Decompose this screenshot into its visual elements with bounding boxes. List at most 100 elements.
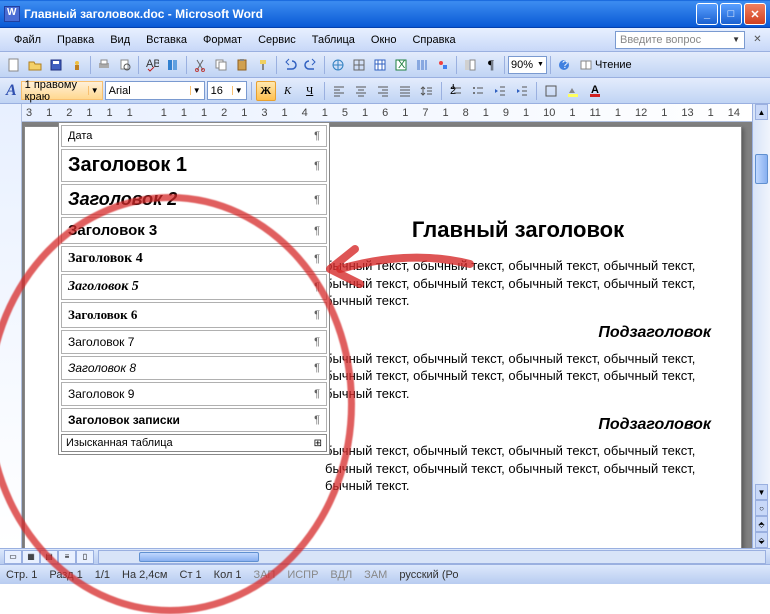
menu-help[interactable]: Справка [404, 32, 463, 48]
font-color-button[interactable]: A [585, 81, 605, 101]
align-center-button[interactable] [351, 81, 371, 101]
menu-insert[interactable]: Вставка [138, 32, 195, 48]
print-button[interactable] [94, 55, 114, 75]
outline-view-button[interactable]: ≡ [58, 550, 76, 564]
horizontal-scrollbar[interactable] [98, 550, 766, 564]
numbered-list-button[interactable]: 12 [446, 81, 466, 101]
help-button[interactable]: ? [554, 55, 574, 75]
zoom-field[interactable]: 90%▼ [508, 56, 547, 74]
bullet-list-button[interactable] [468, 81, 488, 101]
new-doc-button[interactable] [4, 55, 24, 75]
increase-indent-button[interactable] [512, 81, 532, 101]
save-button[interactable] [46, 55, 66, 75]
paste-button[interactable] [232, 55, 252, 75]
align-right-button[interactable] [373, 81, 393, 101]
decrease-indent-button[interactable] [490, 81, 510, 101]
styles-pane-icon[interactable]: A [4, 82, 19, 100]
menu-window[interactable]: Окно [363, 32, 405, 48]
align-left-button[interactable] [329, 81, 349, 101]
document-area[interactable]: Главный заголовок бычный текст, обычный … [22, 122, 752, 548]
research-button[interactable] [163, 55, 183, 75]
chevron-down-icon[interactable]: ▼ [88, 86, 99, 95]
style-item-0[interactable]: Дата¶ [61, 125, 327, 147]
doc-heading2[interactable]: Подзаголовок [325, 416, 711, 434]
style-item-5[interactable]: Заголовок 5¶ [61, 274, 327, 300]
doc-paragraph[interactable]: бычный текст, обычный текст, обычный тек… [325, 350, 711, 403]
insert-table-button[interactable] [370, 55, 390, 75]
horizontal-ruler[interactable]: 3121111112131415161718191101111121131141… [22, 104, 752, 122]
drawing-button[interactable] [433, 55, 453, 75]
tables-borders-button[interactable] [349, 55, 369, 75]
style-item-3[interactable]: Заголовок 3¶ [61, 217, 327, 244]
style-selector[interactable]: 1 правому краю▼ [21, 81, 103, 100]
doc-heading1[interactable]: Главный заголовок [325, 217, 711, 243]
permission-button[interactable] [67, 55, 87, 75]
status-rec[interactable]: ЗАП [254, 569, 276, 581]
hyperlink-button[interactable] [328, 55, 348, 75]
font-selector[interactable]: Arial▼ [105, 81, 205, 100]
scrollbar-thumb[interactable] [139, 552, 259, 562]
minimize-button[interactable]: _ [696, 3, 718, 25]
line-spacing-button[interactable] [417, 81, 437, 101]
highlight-button[interactable] [563, 81, 583, 101]
vertical-scrollbar[interactable]: ▲ ▼ ○ ⬘ ⬙ [752, 104, 770, 548]
italic-button[interactable]: К [278, 81, 298, 101]
format-painter-button[interactable] [253, 55, 273, 75]
style-new-input[interactable]: Изысканная таблица⊞ [61, 434, 327, 452]
browse-object-button[interactable]: ○ [755, 500, 768, 516]
status-lang[interactable]: русский (Ро [399, 569, 458, 581]
menu-format[interactable]: Формат [195, 32, 250, 48]
status-rev[interactable]: ИСПР [287, 569, 318, 581]
web-view-button[interactable]: ▦ [22, 550, 40, 564]
doc-paragraph[interactable]: бычный текст, обычный текст, обычный тек… [325, 442, 711, 495]
redo-button[interactable] [301, 55, 321, 75]
ask-question-box[interactable]: Введите вопрос▼ [615, 31, 745, 49]
style-item-1[interactable]: Заголовок 1¶ [61, 149, 327, 182]
underline-button[interactable]: Ч [300, 81, 320, 101]
vertical-ruler[interactable] [0, 104, 22, 548]
style-item-4[interactable]: Заголовок 4¶ [61, 246, 327, 272]
style-item-2[interactable]: Заголовок 2¶ [61, 184, 327, 215]
menu-table[interactable]: Таблица [304, 32, 363, 48]
print-preview-button[interactable] [115, 55, 135, 75]
prev-page-button[interactable]: ⬘ [755, 516, 768, 532]
menu-tools[interactable]: Сервис [250, 32, 304, 48]
next-page-button[interactable]: ⬙ [755, 532, 768, 548]
style-item-6[interactable]: Заголовок 6¶ [61, 302, 327, 328]
undo-button[interactable] [280, 55, 300, 75]
normal-view-button[interactable]: ▭ [4, 550, 22, 564]
spellcheck-button[interactable]: ABC [142, 55, 162, 75]
reading-view-button[interactable]: ▯ [76, 550, 94, 564]
print-view-button[interactable]: ▤ [40, 550, 58, 564]
doc-map-button[interactable] [460, 55, 480, 75]
close-button[interactable]: ✕ [744, 3, 766, 25]
insert-excel-button[interactable]: X [391, 55, 411, 75]
doc-paragraph[interactable]: бычный текст, обычный текст, обычный тек… [325, 257, 711, 310]
justify-button[interactable] [395, 81, 415, 101]
reading-mode-button[interactable]: Чтение [575, 58, 636, 72]
copy-button[interactable] [211, 55, 231, 75]
mdi-close-button[interactable]: ✕ [751, 33, 764, 46]
maximize-button[interactable]: □ [720, 3, 742, 25]
menu-edit[interactable]: Правка [49, 32, 102, 48]
status-ext[interactable]: ВДЛ [330, 569, 352, 581]
columns-button[interactable] [412, 55, 432, 75]
scroll-down-button[interactable]: ▼ [755, 484, 768, 500]
style-item-9[interactable]: Заголовок 9¶ [61, 382, 327, 406]
style-item-10[interactable]: Заголовок записки¶ [61, 408, 327, 432]
svg-text:?: ? [562, 59, 568, 71]
borders-button[interactable] [541, 81, 561, 101]
doc-heading2[interactable]: Подзаголовок [325, 324, 711, 342]
menu-file[interactable]: Файл [6, 32, 49, 48]
scrollbar-thumb[interactable] [755, 154, 768, 184]
show-marks-button[interactable]: ¶ [481, 55, 501, 75]
menu-view[interactable]: Вид [102, 32, 138, 48]
bold-button[interactable]: Ж [256, 81, 276, 101]
scroll-up-button[interactable]: ▲ [755, 104, 768, 120]
status-ovr[interactable]: ЗАМ [364, 569, 387, 581]
open-button[interactable] [25, 55, 45, 75]
style-item-8[interactable]: Заголовок 8¶ [61, 356, 327, 380]
style-item-7[interactable]: Заголовок 7¶ [61, 330, 327, 354]
cut-button[interactable] [190, 55, 210, 75]
font-size-selector[interactable]: 16▼ [207, 81, 247, 100]
